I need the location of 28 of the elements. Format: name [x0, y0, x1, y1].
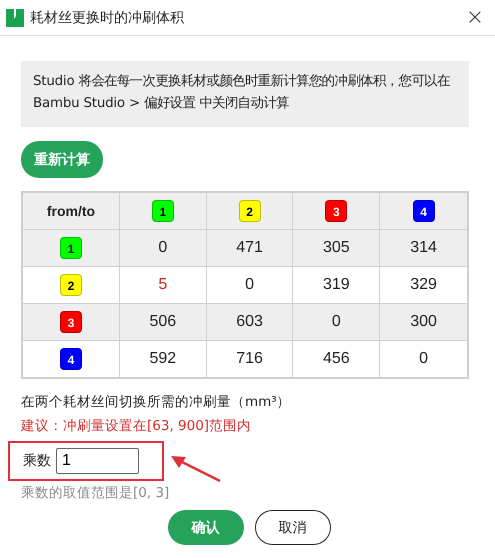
arrow — [171, 456, 221, 482]
table-cell[interactable]: 305 — [292, 230, 380, 266]
filament-swatch: 2 — [238, 200, 261, 222]
multiplier-input[interactable]: 1 — [56, 448, 139, 474]
filament-swatch: 4 — [412, 200, 435, 222]
filament-swatch: 2 — [60, 274, 82, 296]
filament-swatch: 1 — [60, 237, 82, 259]
filament-swatch: 3 — [60, 311, 82, 333]
table-cell[interactable]: 0 — [120, 230, 206, 266]
table-cell[interactable]: 314 — [380, 230, 468, 266]
cancel-button[interactable]: 取消 — [254, 510, 330, 545]
close-button[interactable]: × — [455, 5, 495, 30]
table-cell[interactable]: 300 — [380, 304, 468, 340]
suggestion-text: 建议：冲刷量设置在[63, 900]范围内 — [21, 417, 252, 435]
table-header: from/to — [22, 192, 120, 230]
table-cell[interactable]: 471 — [206, 230, 293, 266]
info-message: Studio 将会在每一次更换耗材或颜色时重新计算您的冲刷体积，您可以在Bambu Studio > 偏好设置 中关闭自动计算 — [21, 61, 469, 127]
range-note: 乘数的取值范围是[0, 3] — [21, 484, 170, 502]
filament-swatch: 1 — [152, 200, 174, 222]
filament-swatch: 4 — [60, 348, 82, 370]
multiplier-label: 乘数 — [23, 452, 51, 470]
table-cell[interactable]: 0 — [292, 304, 380, 340]
table-cell[interactable]: 506 — [120, 304, 206, 340]
table-cell[interactable]: 603 — [206, 304, 293, 340]
app-logo-icon — [6, 8, 24, 26]
unit-label: 在两个耗材丝间切换所需的冲刷量（mm³） — [21, 393, 292, 411]
filament-swatch: 3 — [325, 200, 348, 222]
window-title: 耗材丝更换时的冲刷体积 — [30, 8, 185, 26]
